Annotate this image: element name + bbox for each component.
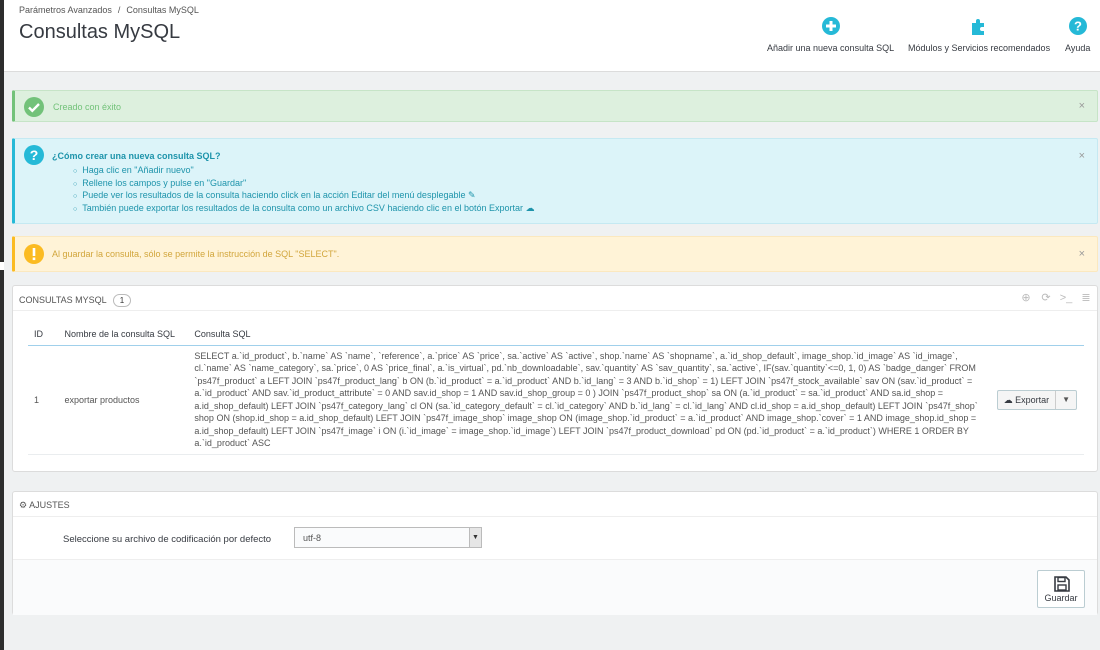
save-icon bbox=[1054, 576, 1070, 592]
cloud-upload-icon: ☁ bbox=[525, 202, 535, 213]
save-button-label: Guardar bbox=[1044, 593, 1078, 603]
terminal-icon[interactable]: >_ bbox=[1059, 291, 1073, 305]
refresh-icon[interactable]: ⟳ bbox=[1039, 291, 1053, 305]
page-title: Consultas MySQL bbox=[19, 21, 181, 43]
close-info-alert[interactable]: × bbox=[1079, 150, 1085, 162]
left-edge-marker bbox=[0, 262, 4, 270]
recommended-modules-button[interactable]: Módulos y Servicios recomendados bbox=[908, 16, 1050, 53]
toolbar: Añadir una nueva consulta SQL Módulos y … bbox=[760, 16, 1100, 60]
info-list: Haga clic en "Añadir nuevo" Rellene los … bbox=[73, 164, 535, 215]
cloud-download-icon: ☁ bbox=[1003, 394, 1013, 405]
warning-alert: Al guardar la consulta, sólo se permite … bbox=[12, 236, 1098, 272]
add-icon[interactable]: ⊕ bbox=[1019, 291, 1033, 305]
settings-panel-heading: ⚙ Ajustes bbox=[13, 492, 1097, 517]
encoding-select[interactable]: utf-8 ▼ bbox=[294, 527, 482, 548]
export-button-label: Exportar bbox=[1015, 394, 1050, 405]
info-item: También puede exportar los resultados de… bbox=[73, 202, 535, 215]
encoding-select-value: utf-8 bbox=[303, 533, 322, 543]
info-item: Puede ver los resultados de la consulta … bbox=[73, 189, 535, 202]
row-query: SELECT a.`id_product`, b.`name` AS `name… bbox=[188, 345, 991, 455]
check-circle-icon bbox=[24, 97, 44, 117]
settings-panel-footer: Guardar bbox=[13, 559, 1097, 615]
table-row[interactable]: 1 exportar productos SELECT a.`id_produc… bbox=[28, 345, 1084, 455]
info-alert: ? ¿Cómo crear una nueva consulta SQL? Ha… bbox=[12, 138, 1098, 224]
row-name: exportar productos bbox=[58, 345, 189, 455]
sql-panel-title-text: Consultas MySQL bbox=[19, 295, 107, 305]
info-item-text: También puede exportar los resultados de… bbox=[82, 202, 523, 213]
breadcrumb-separator: / bbox=[117, 5, 121, 15]
plus-circle-icon bbox=[821, 17, 840, 35]
pencil-icon: ✎ bbox=[468, 190, 476, 200]
sql-panel-title: Consultas MySQL 1 bbox=[19, 294, 132, 307]
export-dropdown-toggle[interactable]: ▼ bbox=[1056, 395, 1076, 404]
help-label: Ayuda bbox=[1065, 43, 1091, 53]
close-success-alert[interactable]: × bbox=[1079, 100, 1085, 112]
table-header-row: ID Nombre de la consulta SQL Consulta SQ… bbox=[28, 324, 1084, 346]
sql-queries-table: ID Nombre de la consulta SQL Consulta SQ… bbox=[28, 324, 1084, 455]
settings-panel-title-text: Ajustes bbox=[29, 500, 70, 510]
sql-queries-panel: Consultas MySQL 1 ⊕ ⟳ >_ ≣ ID Nombre de la c… bbox=[12, 285, 1098, 472]
success-message: Creado con éxito bbox=[53, 102, 122, 112]
add-sql-query-button[interactable]: Añadir una nueva consulta SQL bbox=[767, 16, 894, 53]
info-item-text: Puede ver los resultados de la consulta … bbox=[82, 190, 466, 200]
column-header-actions bbox=[990, 324, 1084, 346]
puzzle-icon bbox=[972, 19, 985, 35]
caret-down-icon: ▼ bbox=[1062, 395, 1071, 404]
success-alert: Creado con éxito × bbox=[12, 90, 1098, 122]
recommended-modules-label: Módulos y Servicios recomendados bbox=[908, 43, 1051, 53]
question-circle-icon: ? bbox=[24, 145, 44, 165]
warning-message: Al guardar la consulta, sólo se permite … bbox=[52, 249, 340, 259]
help-button[interactable]: ? Ayuda bbox=[1065, 16, 1090, 53]
panel-tools: ⊕ ⟳ >_ ≣ bbox=[1013, 291, 1093, 305]
breadcrumb-parent[interactable]: Parámetros Avanzados bbox=[19, 5, 112, 15]
info-item: Haga clic en "Añadir nuevo" bbox=[73, 164, 535, 177]
breadcrumb-current: Consultas MySQL bbox=[126, 5, 199, 15]
select-arrow-icon: ▼ bbox=[469, 528, 481, 547]
row-actions: ☁ Exportar ▼ bbox=[990, 345, 1084, 455]
left-edge-bar bbox=[0, 0, 4, 650]
encoding-label: Seleccione su archivo de codificación po… bbox=[63, 534, 272, 545]
help-icon: ? bbox=[1068, 17, 1087, 35]
column-header-query: Consulta SQL bbox=[188, 324, 991, 346]
column-header-id: ID bbox=[28, 324, 59, 346]
export-button[interactable]: ☁ Exportar bbox=[998, 390, 1057, 409]
breadcrumb: Parámetros Avanzados / Consultas MySQL bbox=[19, 5, 199, 15]
exclamation-circle-icon bbox=[24, 244, 44, 264]
info-item: Rellene los campos y pulse en "Guardar" bbox=[73, 177, 535, 190]
svg-text:?: ? bbox=[1074, 19, 1082, 34]
export-button-group: ☁ Exportar ▼ bbox=[996, 389, 1078, 410]
cogs-icon: ⚙ bbox=[19, 500, 28, 510]
database-icon[interactable]: ≣ bbox=[1079, 291, 1093, 305]
query-count-badge: 1 bbox=[112, 294, 132, 307]
save-button[interactable]: Guardar bbox=[1037, 570, 1085, 608]
row-id: 1 bbox=[28, 345, 59, 455]
info-title: ¿Cómo crear una nueva consulta SQL? bbox=[52, 151, 221, 161]
close-warning-alert[interactable]: × bbox=[1079, 248, 1085, 260]
settings-panel: ⚙ Ajustes Seleccione su archivo de codif… bbox=[12, 491, 1098, 615]
sql-panel-heading: Consultas MySQL 1 ⊕ ⟳ >_ ≣ bbox=[13, 286, 1097, 311]
svg-text:?: ? bbox=[30, 147, 39, 163]
page-header: Parámetros Avanzados / Consultas MySQL Con… bbox=[4, 0, 1100, 72]
column-header-name: Nombre de la consulta SQL bbox=[58, 324, 189, 346]
settings-panel-title: ⚙ Ajustes bbox=[19, 500, 70, 511]
add-sql-query-label: Añadir una nueva consulta SQL bbox=[767, 43, 895, 53]
